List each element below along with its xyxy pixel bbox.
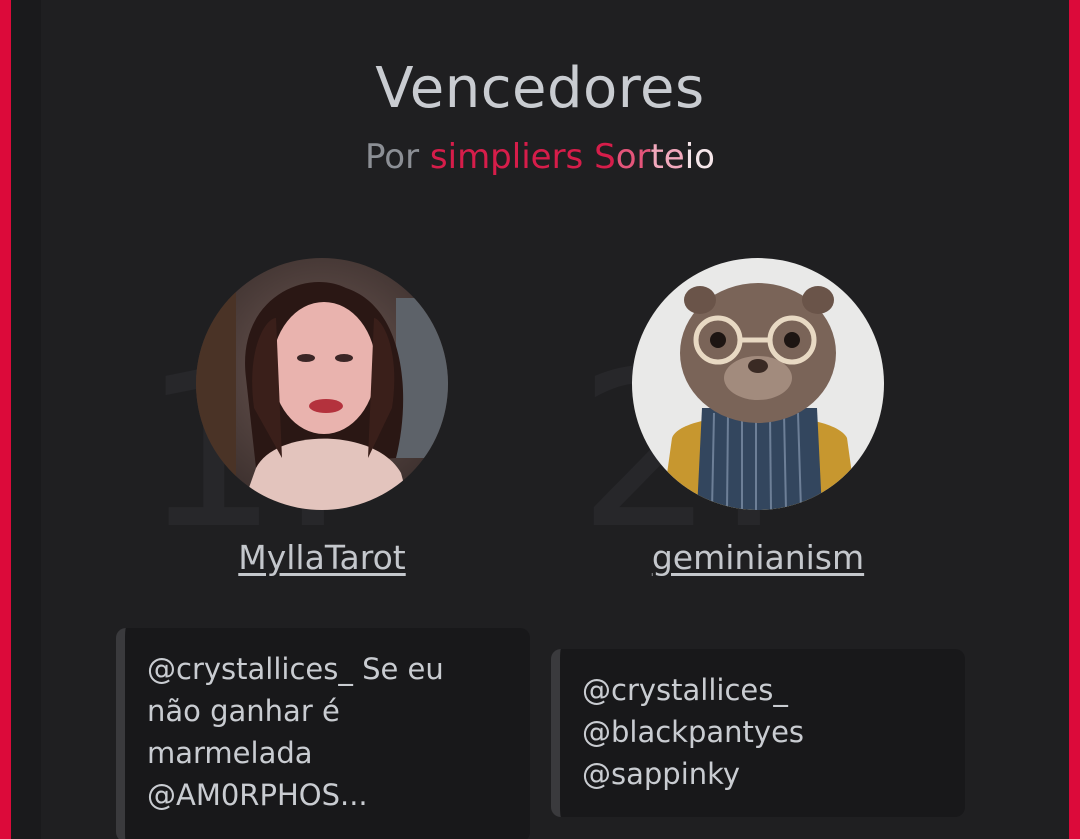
winners-page: Vencedores Por simpliers Sorteio 1. — [0, 0, 1080, 839]
winner-username-link[interactable]: MyllaTarot — [112, 538, 532, 577]
winner-comment-1: @crystallices_ Se eu não ganhar é marmel… — [116, 628, 530, 839]
avatar[interactable] — [632, 258, 884, 510]
page-subtitle: Por simpliers Sorteio — [0, 137, 1080, 177]
accent-border-left — [0, 0, 11, 839]
winner-card-1: 1. Myll — [112, 258, 532, 598]
brand-word-part: te — [650, 137, 685, 177]
winner-comment-2: @crystallices_ @blackpantyes @sappinky — [551, 649, 965, 817]
page-gutter — [11, 0, 41, 839]
page-title: Vencedores — [375, 56, 705, 121]
brand-word-part: S — [594, 137, 616, 177]
brand-word-part: or — [615, 137, 651, 177]
subtitle-by: Por — [365, 137, 420, 177]
avatar[interactable] — [196, 258, 448, 510]
avatar-image-portrait — [196, 258, 448, 510]
brand-name: simpliers — [429, 137, 584, 177]
avatar-image-figurine — [632, 258, 884, 510]
accent-border-right — [1069, 0, 1080, 839]
brand-word: Sorteio — [594, 137, 715, 177]
brand-word-part: io — [684, 137, 715, 177]
winner-card-2: 2. — [548, 258, 968, 598]
winner-username-link[interactable]: geminianism — [548, 538, 968, 577]
